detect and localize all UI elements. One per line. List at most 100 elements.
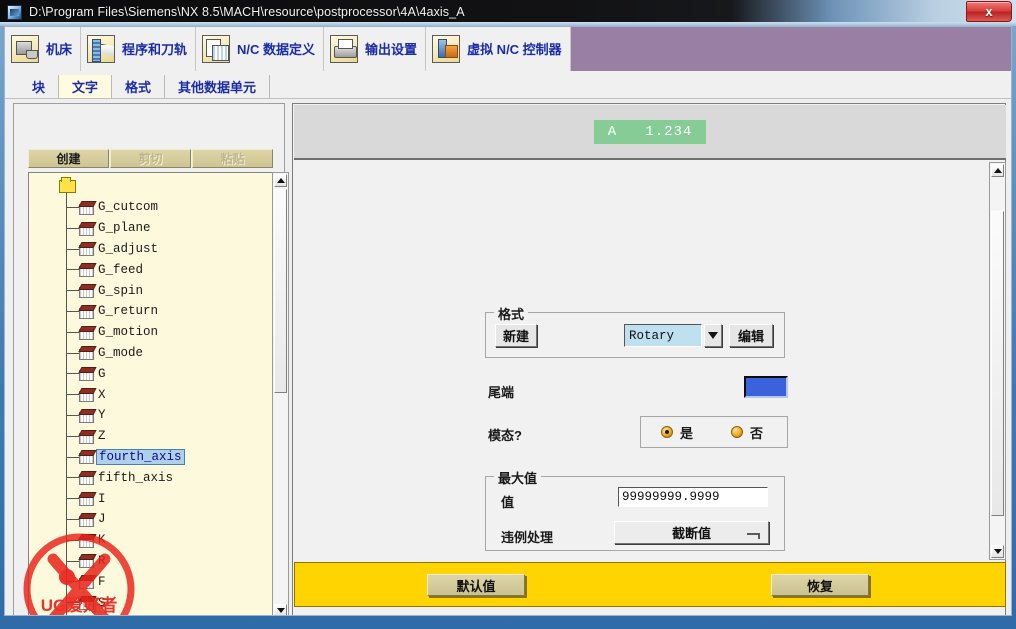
tree-item-label: J [98,512,106,527]
tree-item[interactable]: G_spin [29,280,272,301]
printer-icon [330,34,359,63]
toolbar-item-output-settings[interactable]: 输出设置 [324,27,427,71]
toolbar-item-virtual-nc-controller[interactable]: 虚拟 N/C 控制器 [426,27,571,71]
word-icon [79,430,94,444]
tree-connector [66,456,79,458]
scroll-down-icon[interactable] [991,545,1004,558]
tree-item[interactable]: G [29,363,272,384]
preview-text: A 1.234 [593,119,707,144]
tree-item[interactable]: R [29,551,272,572]
scroll-down-icon[interactable] [274,604,287,615]
window-controls: x [966,1,1012,22]
left-panel: 创建 剪切 粘贴 G_cutcom G_plane G_adjust G_feed G_… [13,103,289,615]
create-button[interactable]: 创建 [28,149,109,168]
max-value-group: 最大值 值 99999999.9999 违例处理 截断值 [485,468,785,551]
format-new-button[interactable]: 新建 [495,324,537,347]
tree-item-label: G [98,366,106,381]
tree-item-label: Z [98,429,106,444]
max-group-legend: 最大值 [494,468,542,487]
tree-item-label: R [98,553,106,568]
right-panel: A 1.234 格式 新建 Rotary 编辑 尾端 模态? 是 否 最大值 值… [292,103,1006,615]
max-value-input[interactable]: 99999999.9999 [618,487,768,507]
program-toolpath-icon [87,34,116,63]
toolbar-label-program-toolpath: 程序和刀轨 [122,42,188,57]
format-group-legend: 格式 [494,304,529,323]
restore-button[interactable]: 恢复 [771,574,869,596]
format-combo-value[interactable]: Rotary [624,324,702,347]
scroll-up-icon[interactable] [991,164,1004,177]
tree-item[interactable]: T [29,613,272,615]
application-window: D:\Program Files\Siemens\NX 8.5\MACH\res… [0,0,1016,629]
tree-item-label: G_mode [98,345,144,360]
trailing-label: 尾端 [488,385,515,400]
word-icon [79,242,94,257]
default-button[interactable]: 默认值 [427,574,525,596]
tab-block[interactable]: 块 [19,75,60,98]
format-edit-button[interactable]: 编辑 [729,324,773,347]
chevron-down-icon[interactable] [704,324,722,347]
toolbar-item-machine[interactable]: 机床 [5,27,82,71]
tree-item[interactable]: G_plane [29,218,272,239]
virtual-nc-controller-icon [432,34,461,63]
format-combo[interactable]: Rotary [624,324,722,347]
address-tree[interactable]: G_cutcom G_plane G_adjust G_feed G_spin G_ret… [28,172,273,615]
tree-item-label: G_motion [98,325,159,340]
tree-connector [66,269,79,271]
tree-connector [66,602,79,604]
word-icon [79,201,94,215]
tree-item[interactable]: I [29,488,272,509]
tree-item[interactable]: S [29,592,272,613]
toolbar-label-machine: 机床 [46,42,73,57]
tree-item[interactable]: G_return [29,301,272,322]
tree-item[interactable]: G_motion [29,322,272,343]
tab-text[interactable]: 文字 [59,75,113,98]
tree-item[interactable]: Y [29,405,272,426]
tree-item[interactable]: G_adjust [29,239,272,260]
tree-item[interactable]: fourth_axis [29,447,272,468]
tree-item[interactable]: G_mode [29,343,272,364]
tree-item[interactable]: G_feed [29,259,272,280]
radio-dot-icon [731,426,744,438]
close-button[interactable]: x [966,1,1012,22]
tree-item[interactable]: G_cutcom [29,197,272,218]
tree-connector [66,518,79,520]
tree-item[interactable]: K [29,530,272,551]
tree-item-label: S [98,595,106,610]
form-scrollbar[interactable] [989,162,1006,560]
modal-radio-no[interactable]: 否 [731,423,763,442]
tab-strip: 块 文字 格式 其他数据单元 [5,71,1011,99]
toolbar-item-nc-data-definition[interactable]: N/C 数据定义 [196,27,325,71]
tree-item[interactable]: fifth_axis [29,467,272,488]
max-violation-option-menu[interactable]: 截断值 [614,521,769,544]
trailing-color-swatch[interactable] [744,376,788,398]
tree-scrollbar-thumb[interactable] [274,189,287,393]
form-scrollbar-thumb[interactable] [991,211,1004,516]
tree-item[interactable]: J [29,509,272,530]
modal-radio-no-label: 否 [750,425,764,441]
word-icon [79,596,94,611]
modal-radio-yes[interactable]: 是 [661,423,693,442]
toolbar-label-virtual-nc-controller: 虚拟 N/C 控制器 [467,42,562,57]
main-toolbar: 机床 程序和刀轨 N/C 数据定义 输出设置 虚拟 N/C 控制器 [5,27,1011,71]
word-icon [79,263,94,278]
window-title: D:\Program Files\Siemens\NX 8.5\MACH\res… [29,5,465,19]
tab-other-data-units[interactable]: 其他数据单元 [165,75,271,98]
tree-item-label: I [98,491,106,506]
tree-scrollbar[interactable] [272,172,289,615]
tree-connector [66,352,79,354]
tree-item[interactable]: X [29,384,272,405]
tree-item[interactable]: F [29,571,272,592]
toolbar-item-program-toolpath[interactable]: 程序和刀轨 [81,27,197,71]
word-icon [79,305,94,319]
scroll-up-icon[interactable] [274,174,287,187]
tree-connector [66,394,79,396]
modal-label: 模态? [488,428,522,443]
form-footer: 默认值 恢复 [294,562,1006,607]
word-icon [79,222,94,236]
word-preview: A 1.234 [294,105,1006,160]
tree-item[interactable]: Z [29,426,272,447]
tree-item-label: G_return [98,304,159,319]
toolbar-label-output-settings: 输出设置 [365,42,418,57]
tab-format[interactable]: 格式 [112,75,166,98]
tree-connector [66,310,79,312]
